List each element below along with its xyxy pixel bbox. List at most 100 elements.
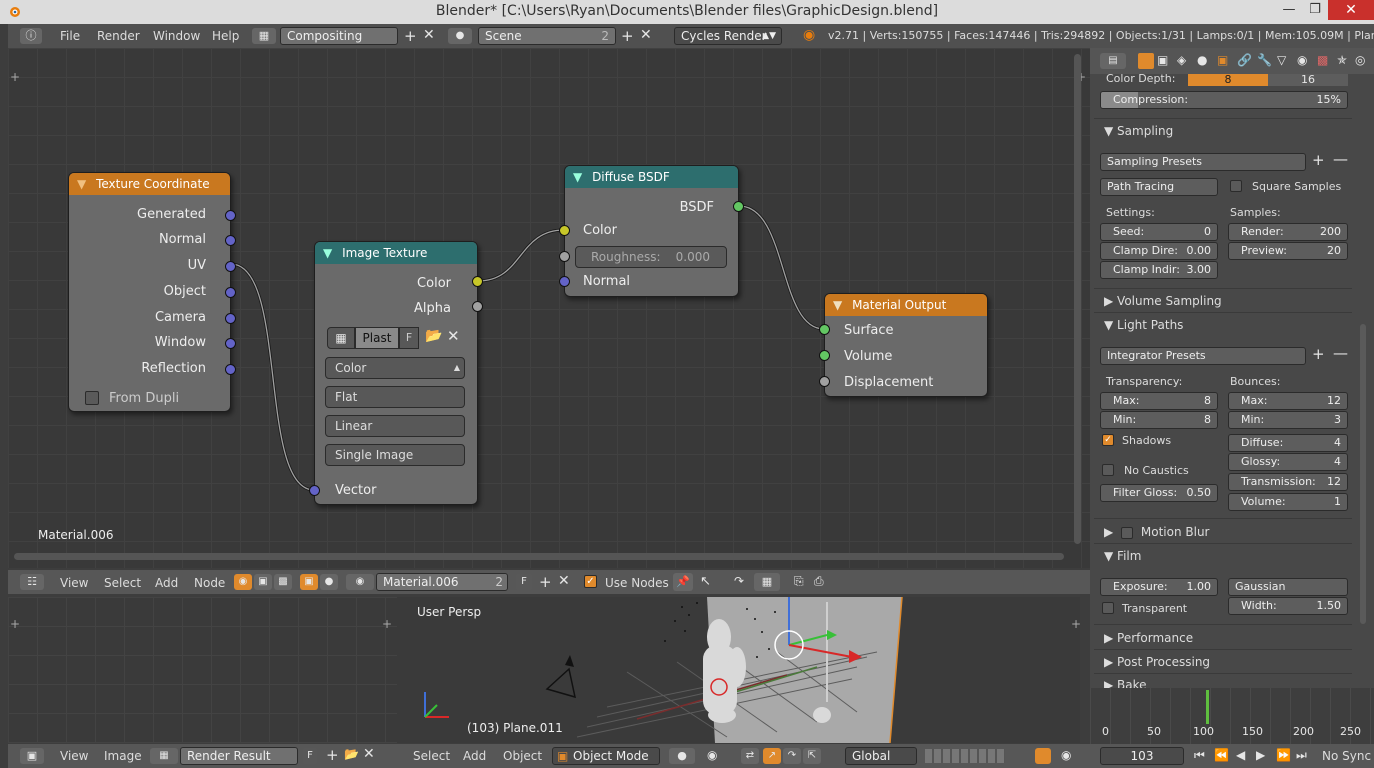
film-section-header[interactable]: ▼ Film [1104, 549, 1141, 563]
motion-blur-checkbox[interactable] [1121, 526, 1134, 539]
sampling-presets-select[interactable]: Sampling Presets [1100, 153, 1306, 171]
shadows-checkbox[interactable]: ✓ [1102, 434, 1114, 446]
image-fake-user-button[interactable]: F [303, 748, 317, 764]
add-integrator-preset-icon[interactable]: + [1312, 345, 1325, 363]
restore-icon[interactable]: ❐ [1302, 2, 1328, 20]
material-browse-icon[interactable]: ◉ [346, 574, 374, 590]
pivot-icon[interactable]: ◉ [707, 748, 717, 762]
play-reverse-icon[interactable]: ◀ [1236, 748, 1245, 762]
add-scene-icon[interactable]: + [621, 27, 634, 45]
socket-reflection[interactable] [225, 364, 236, 375]
integrator-presets-select[interactable]: Integrator Presets [1100, 347, 1306, 365]
snap-toggle-icon[interactable]: ↷ [734, 574, 744, 588]
color-depth-8-button[interactable]: 8 [1188, 74, 1268, 86]
exposure-field[interactable]: Exposure: 1.00 [1100, 578, 1218, 596]
collapse-arrow-icon[interactable]: ▼ [833, 298, 842, 312]
color-space-select[interactable]: Color ▲ [325, 357, 465, 379]
new-image-icon[interactable]: + [326, 746, 339, 764]
roughness-field[interactable]: Roughness: 0.000 [575, 246, 727, 268]
menu-file[interactable]: File [60, 29, 80, 43]
menu-help[interactable]: Help [212, 29, 239, 43]
viewport-menu-add[interactable]: Add [463, 749, 486, 763]
viewport-menu-select[interactable]: Select [413, 749, 450, 763]
jump-end-icon[interactable]: ⏭ [1296, 748, 1307, 763]
constraints-tab-icon[interactable]: 🔗 [1237, 53, 1252, 67]
seed-field[interactable]: Seed: 0 [1100, 223, 1218, 241]
transmission-bounces-field[interactable]: Transmission: 12 [1228, 473, 1348, 491]
material-output-node[interactable]: ▼ Material Output Surface Volume Displac… [819, 293, 988, 397]
diffuse-bsdf-node[interactable]: ▼ Diffuse BSDF BSDF Color Roughness: 0.0… [559, 165, 744, 297]
orientation-select[interactable]: Global [845, 747, 917, 765]
image-menu-image[interactable]: Image [104, 749, 142, 763]
menu-render[interactable]: Render [97, 29, 140, 43]
manipulator-icon[interactable]: ⇄ [741, 748, 759, 764]
properties-scrollbar[interactable] [1360, 324, 1366, 624]
no-caustics-checkbox[interactable] [1102, 464, 1114, 476]
render-properties-panel[interactable]: Color Depth: 8 16 Compression: 15% ▼ Sam… [1090, 72, 1374, 692]
image-name-field[interactable]: Plast [355, 327, 399, 349]
socket-uv[interactable] [225, 261, 236, 272]
transparency-max-field[interactable]: Max: 8 [1100, 392, 1218, 410]
area-split-plus-icon[interactable]: + [10, 617, 20, 631]
info-editor-icon[interactable]: ⓘ [20, 28, 42, 44]
mode-select[interactable]: ▣ Object Mode [552, 747, 660, 765]
material-tab-icon[interactable]: ◉ [1297, 53, 1307, 67]
image-fake-user-button[interactable]: F [399, 327, 419, 349]
translate-icon[interactable]: ↗ [763, 748, 781, 764]
socket-generated[interactable] [225, 210, 236, 221]
area-split-plus-icon-viewport[interactable]: + [1071, 617, 1081, 631]
add-sampling-preset-icon[interactable]: + [1312, 151, 1325, 169]
collapse-arrow-icon[interactable]: ▼ [573, 170, 582, 184]
open-image-icon[interactable]: 📂 [425, 328, 442, 344]
jump-start-icon[interactable]: ⏮ [1194, 748, 1205, 763]
viewport-menu-object[interactable]: Object [503, 749, 542, 763]
remove-sampling-preset-icon[interactable]: — [1333, 150, 1348, 168]
physics-tab-icon[interactable]: ◎ [1355, 53, 1365, 67]
object-shader-icon[interactable]: ▣ [300, 574, 318, 590]
layout-field[interactable]: Compositing [280, 27, 398, 45]
texture-tab-icon[interactable]: ▩ [1317, 53, 1328, 67]
square-samples-checkbox[interactable] [1230, 180, 1242, 192]
node-editor[interactable]: + + ▼ Texture Coordinate Generated Norma… [8, 48, 1090, 568]
image-menu-view[interactable]: View [60, 749, 88, 763]
current-frame-indicator[interactable] [1206, 690, 1209, 724]
collapse-arrow-icon[interactable]: ▼ [323, 246, 332, 260]
volume-sampling-section-header[interactable]: ▶ Volume Sampling [1104, 294, 1222, 308]
socket-alpha-out[interactable] [472, 301, 483, 312]
render-engine-select[interactable]: Cycles Render ▲▼ [674, 27, 782, 45]
snap-element-icon[interactable]: ▦ [754, 573, 780, 591]
close-window-button[interactable]: ✕ [1328, 0, 1374, 20]
motion-blur-section-header[interactable]: ▶ Motion Blur [1104, 525, 1209, 539]
socket-normal-in[interactable] [559, 276, 570, 287]
world-tab-icon[interactable]: ● [1197, 53, 1207, 67]
copy-nodes-icon[interactable]: ⎘ [794, 574, 804, 589]
scene-field[interactable]: Scene 2 [478, 27, 616, 45]
transparent-checkbox[interactable] [1102, 602, 1114, 614]
remove-layout-icon[interactable]: ✕ [423, 27, 435, 43]
material-fake-user-button[interactable]: F [516, 574, 532, 590]
paste-nodes-icon[interactable]: ⎙ [814, 574, 824, 589]
texture-coordinate-header[interactable]: ▼ Texture Coordinate [69, 173, 230, 195]
play-icon[interactable]: ▶ [1256, 748, 1265, 762]
bounces-min-field[interactable]: Min: 3 [1228, 411, 1348, 429]
socket-volume-in[interactable] [819, 350, 830, 361]
material-field[interactable]: Material.006 2 [376, 573, 508, 591]
render-result-field[interactable]: Render Result [180, 747, 298, 765]
source-select[interactable]: Single Image [325, 444, 465, 466]
socket-window[interactable] [225, 338, 236, 349]
from-dupli-checkbox[interactable] [85, 391, 99, 405]
performance-section-header[interactable]: ▶ Performance [1104, 631, 1193, 645]
timeline-area[interactable]: 0 50 100 150 200 250 [1090, 688, 1374, 744]
layout-icon[interactable]: ▦ [252, 28, 276, 44]
post-processing-section-header[interactable]: ▶ Post Processing [1104, 655, 1210, 669]
viewport-shading-icon[interactable]: ● [669, 748, 695, 764]
node-menu-add[interactable]: Add [155, 576, 178, 590]
clamp-indirect-field[interactable]: Clamp Indir: 3.00 [1100, 261, 1218, 279]
lock-layer-icon[interactable] [1035, 748, 1051, 764]
socket-displacement-in[interactable] [819, 376, 830, 387]
shader-nodes-icon[interactable]: ◉ [234, 574, 252, 590]
socket-bsdf-out[interactable] [733, 201, 744, 212]
color-depth-16-button[interactable]: 16 [1268, 74, 1348, 86]
interpolation-select[interactable]: Linear [325, 415, 465, 437]
socket-object[interactable] [225, 287, 236, 298]
